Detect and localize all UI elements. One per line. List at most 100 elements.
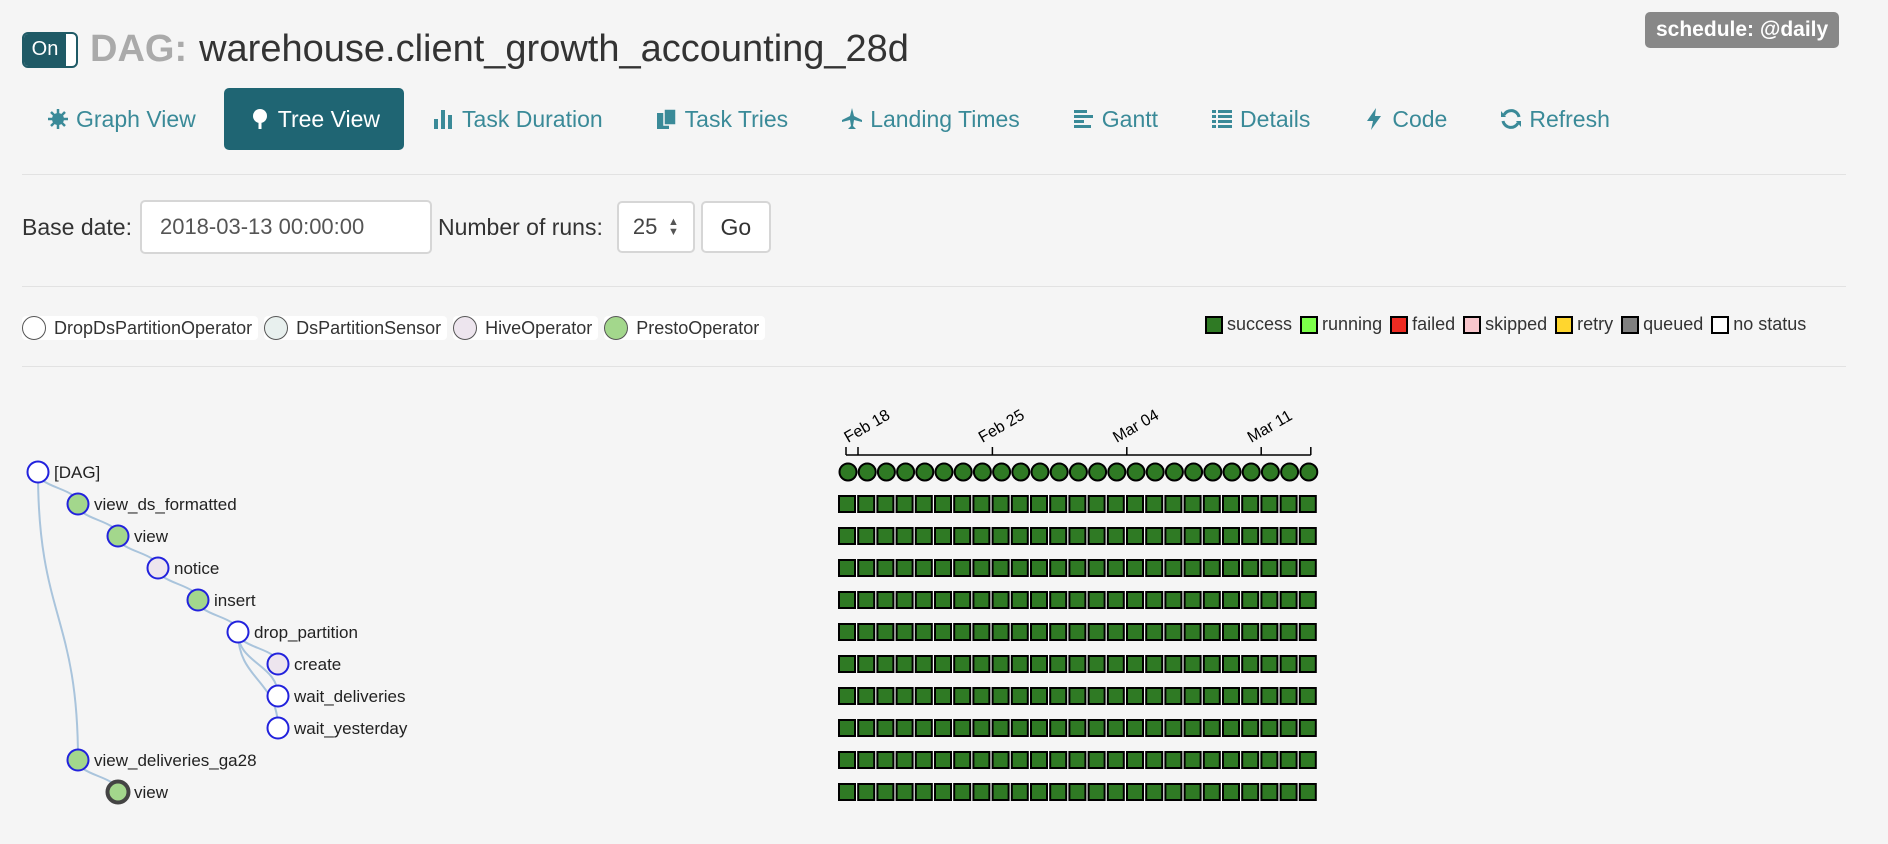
task-instance-square[interactable] [1183,687,1202,705]
task-instance-square[interactable] [934,623,952,641]
task-instance-square[interactable] [1260,527,1279,545]
task-instance-square[interactable] [934,751,952,769]
task-instance-square[interactable] [1010,527,1029,545]
task-instance-square[interactable] [895,687,914,705]
task-instance-square[interactable] [1241,495,1260,513]
dag-run-circle[interactable] [1222,462,1242,482]
task-instance-square[interactable] [857,495,876,513]
tree-node-circle[interactable] [105,779,131,805]
runs-select[interactable]: 25 ▲ ▼ [616,201,695,253]
dag-run-circle[interactable] [1030,462,1050,482]
task-instance-square[interactable] [1087,527,1106,545]
task-instance-square[interactable] [1087,623,1106,641]
task-instance-square[interactable] [991,751,1010,769]
task-instance-square[interactable] [991,655,1010,673]
task-instance-square[interactable] [1049,623,1068,641]
task-instance-square[interactable] [1087,559,1106,577]
task-instance-square[interactable] [953,591,972,609]
task-instance-square[interactable] [1087,751,1106,769]
task-instance-square[interactable] [1106,559,1125,577]
task-instance-square[interactable] [914,687,933,705]
tree-node[interactable]: create [266,652,342,676]
tab-task-duration[interactable]: Task Duration [408,88,627,150]
tab-task-tries[interactable]: Task Tries [631,88,813,150]
task-instance-square[interactable] [1241,751,1260,769]
task-instance-square[interactable] [1183,719,1202,737]
task-instance-square[interactable] [1068,559,1087,577]
task-instance-square[interactable] [1183,751,1202,769]
task-instance-square[interactable] [857,719,876,737]
task-instance-square[interactable] [1241,623,1260,641]
task-instance-square[interactable] [1068,495,1087,513]
task-instance-square[interactable] [1010,783,1029,801]
task-instance-square[interactable] [1030,687,1048,705]
task-instance-square[interactable] [1010,687,1029,705]
task-instance-square[interactable] [876,655,895,673]
task-instance-square[interactable] [1145,655,1164,673]
dag-run-circle[interactable] [1299,462,1319,482]
dag-run-circle[interactable] [857,462,877,482]
task-instance-square[interactable] [972,591,991,609]
task-instance-square[interactable] [972,783,991,801]
task-instance-square[interactable] [914,783,933,801]
task-instance-square[interactable] [1010,655,1029,673]
tree-node-circle[interactable] [66,748,90,772]
task-instance-square[interactable] [857,687,876,705]
task-instance-square[interactable] [895,591,914,609]
task-instance-square[interactable] [1030,751,1048,769]
task-instance-square[interactable] [1202,719,1221,737]
task-instance-square[interactable] [1202,559,1221,577]
task-instance-square[interactable] [1087,783,1106,801]
task-instance-square[interactable] [1260,623,1279,641]
task-instance-square[interactable] [1087,655,1106,673]
task-instance-square[interactable] [1298,623,1317,641]
dag-run-circle[interactable] [934,462,954,482]
task-instance-square[interactable] [1222,527,1240,545]
task-instance-square[interactable] [857,655,876,673]
tree-node-label[interactable]: view [134,783,169,802]
task-instance-square[interactable] [1030,623,1048,641]
task-instance-square[interactable] [857,527,876,545]
task-instance-square[interactable] [1298,719,1317,737]
task-instance-square[interactable] [1260,687,1279,705]
tab-details[interactable]: Details [1186,88,1334,150]
task-instance-square[interactable] [1241,687,1260,705]
dag-run-circle[interactable] [1145,462,1165,482]
task-instance-square[interactable] [1183,527,1202,545]
task-instance-square[interactable] [876,495,895,513]
task-instance-square[interactable] [1222,751,1240,769]
task-instance-square[interactable] [895,495,914,513]
task-instance-square[interactable] [1145,495,1164,513]
task-instance-square[interactable] [1030,527,1048,545]
tree-node-circle[interactable] [146,556,170,580]
task-instance-square[interactable] [914,591,933,609]
task-instance-square[interactable] [914,559,933,577]
task-instance-square[interactable] [934,591,952,609]
task-instance-square[interactable] [1068,687,1087,705]
task-instance-square[interactable] [1010,623,1029,641]
task-instance-square[interactable] [1183,591,1202,609]
task-instance-square[interactable] [914,719,933,737]
task-instance-square[interactable] [1068,527,1087,545]
dag-run-circle[interactable] [896,462,916,482]
task-instance-square[interactable] [1145,687,1164,705]
task-instance-square[interactable] [1126,655,1144,673]
task-instance-square[interactable] [1222,719,1240,737]
task-instance-square[interactable] [1298,783,1317,801]
task-instance-square[interactable] [1049,655,1068,673]
tab-tree-view[interactable]: Tree View [223,88,405,150]
task-instance-square[interactable] [838,495,856,513]
task-instance-square[interactable] [1164,527,1183,545]
task-instance-square[interactable] [1049,687,1068,705]
task-instance-square[interactable] [1145,623,1164,641]
tree-node-label[interactable]: view_deliveries_ga28 [94,751,257,770]
task-instance-square[interactable] [1106,751,1125,769]
dag-run-circle[interactable] [1107,462,1127,482]
task-instance-square[interactable] [1279,687,1298,705]
task-instance-square[interactable] [953,719,972,737]
task-instance-square[interactable] [1049,719,1068,737]
task-instance-square[interactable] [1279,591,1298,609]
task-instance-square[interactable] [1126,623,1144,641]
task-instance-square[interactable] [1183,783,1202,801]
go-button[interactable]: Go [700,201,771,253]
